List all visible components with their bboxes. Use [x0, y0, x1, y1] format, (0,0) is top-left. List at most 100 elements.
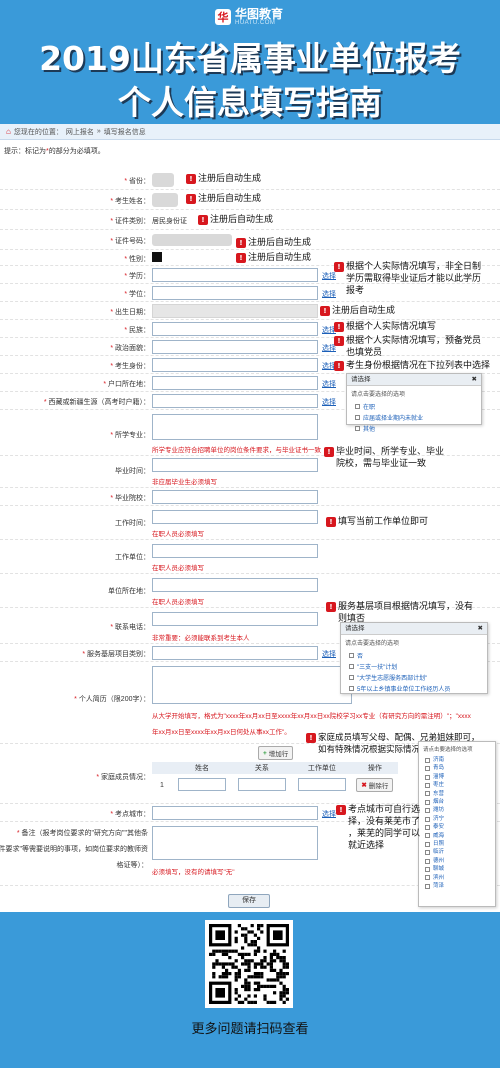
- hint-resume-l2: 年xx月xx日至xxxx年xx月xx日何处从事xx工作"。: [152, 729, 291, 736]
- family-table: 姓名 关系 工作单位 操作 1 ✖ 删除行: [152, 762, 398, 796]
- popup-option[interactable]: 在职: [347, 401, 481, 412]
- family-work-input[interactable]: [297, 777, 346, 791]
- city-option[interactable]: 济南: [419, 756, 495, 764]
- popup-option[interactable]: 5年以上乡镇事业单位工作经历人员: [341, 683, 487, 694]
- hint-marker-icon: !: [324, 446, 334, 457]
- city-option[interactable]: 济宁: [419, 815, 495, 823]
- checkbox-icon: [425, 799, 430, 805]
- label-family: * 家庭成员情况：: [96, 774, 150, 781]
- grassroots-input[interactable]: [152, 646, 318, 660]
- checkbox-icon: [425, 757, 430, 763]
- city-option[interactable]: 潍坊: [419, 806, 495, 814]
- row-index: 1: [160, 781, 164, 789]
- phone-input[interactable]: [152, 612, 318, 626]
- city-option[interactable]: 临沂: [419, 848, 495, 856]
- breadcrumb-item-signup[interactable]: 网上报名: [66, 127, 94, 137]
- city-option[interactable]: 烟台: [419, 798, 495, 806]
- popup-option[interactable]: "大学生志愿服务西部计划": [341, 672, 487, 683]
- row-employer: 工作单位： 在职人员必须填写: [0, 540, 500, 574]
- hukou-select-link[interactable]: 选择: [322, 379, 336, 389]
- employer-input[interactable]: [152, 544, 318, 558]
- politics-input[interactable]: [152, 340, 318, 354]
- close-icon[interactable]: ✖: [472, 374, 477, 385]
- popup-option[interactable]: 应届或择业期内未就业: [347, 412, 481, 423]
- city-option[interactable]: 菏泽: [419, 882, 495, 890]
- row-school: * 毕业院校：: [0, 488, 500, 506]
- checkbox-icon: [425, 866, 430, 872]
- annotation-auto2: ! 注册后自动生成: [186, 193, 261, 205]
- city-option[interactable]: 青岛: [419, 764, 495, 772]
- note-text: 提示：标记为: [4, 148, 46, 155]
- label-resume: * 个人简历（限200字）：: [74, 696, 150, 703]
- city-option[interactable]: 枣庄: [419, 781, 495, 789]
- label-politics: * 政治面貌：: [110, 345, 150, 352]
- employerloc-input[interactable]: [152, 578, 318, 592]
- col-relation: 关系: [231, 762, 292, 774]
- hint-marker-icon: !: [306, 732, 316, 743]
- qr-code[interactable]: [205, 920, 293, 1008]
- checkbox-icon: [425, 833, 430, 839]
- edu-input[interactable]: [152, 268, 318, 282]
- breadcrumb-item-fill: 填写报名信息: [103, 128, 146, 136]
- delete-row-button[interactable]: ✖ 删除行: [356, 778, 394, 792]
- city-option[interactable]: 东营: [419, 790, 495, 798]
- city-option[interactable]: 日照: [419, 840, 495, 848]
- label-remark-l2: 件要求"等需要说明的事项，如岗位要求的教师资: [0, 846, 148, 853]
- city-option[interactable]: 威海: [419, 832, 495, 840]
- grassroots-select-link[interactable]: 选择: [322, 649, 336, 659]
- school-input[interactable]: [152, 490, 318, 504]
- resume-textarea[interactable]: [152, 666, 352, 704]
- checkbox-icon: [425, 766, 430, 772]
- popup-option[interactable]: 否: [341, 650, 487, 661]
- hint-gradtime: 非应届毕业生必须填写: [152, 479, 217, 486]
- label-idtype: * 证件类别：: [110, 218, 150, 225]
- family-relation-input[interactable]: [237, 777, 286, 791]
- examcity-select-link[interactable]: 选择: [322, 809, 336, 819]
- checkbox-icon: [425, 858, 430, 864]
- annotation-birth: ! 注册后自动生成: [320, 305, 395, 317]
- hukou-input[interactable]: [152, 376, 318, 390]
- checkbox-icon: [425, 782, 430, 788]
- major-input[interactable]: [152, 414, 318, 440]
- close-icon[interactable]: ✖: [478, 623, 483, 634]
- qr-caption: 更多问题请扫码查看: [191, 1021, 309, 1036]
- annotation-grad: ! 毕业时间、所学专业、毕业 院校，需与毕业证一致: [324, 446, 444, 470]
- city-option[interactable]: 泰安: [419, 823, 495, 831]
- add-row-button[interactable]: + 增加行: [258, 746, 294, 760]
- annotation-ethnic: ! 根据个人实际情况填写: [334, 321, 436, 333]
- logo-text: 华图教育: [235, 7, 284, 21]
- identity-input[interactable]: [152, 358, 318, 372]
- registration-form-panel: ⌂ 您现在的位置： 网上报名 » 填写报名信息 提示：标记为*的部分为必填项。 …: [0, 124, 500, 912]
- ethnic-input[interactable]: [152, 322, 318, 336]
- label-hukou: * 户口所在地：: [103, 381, 150, 388]
- city-option[interactable]: 淄博: [419, 773, 495, 781]
- huatu-logo-icon: 华: [215, 9, 231, 25]
- label-worktime: 工作时间：: [115, 520, 150, 527]
- birth-input: [152, 304, 318, 318]
- col-index: [152, 762, 172, 774]
- hint-phone: 非常重要：必须能联系到考生本人: [152, 635, 250, 642]
- examcity-input[interactable]: [152, 806, 318, 820]
- city-option[interactable]: 聊城: [419, 865, 495, 873]
- label-gender: * 性别：: [124, 256, 150, 263]
- checkbox-icon: [425, 883, 430, 889]
- city-option[interactable]: 德州: [419, 857, 495, 865]
- popup-title: 请选择: [345, 625, 365, 632]
- popup-option[interactable]: 其他: [347, 423, 481, 434]
- label-remark-l3: 格证等）：: [116, 862, 149, 869]
- hint-marker-icon: !: [334, 321, 344, 332]
- family-name-input[interactable]: [177, 777, 226, 791]
- grassroots-popup: 请选择 ✖ 请点击要选择的选项 否 "三支一扶"计划 "大学生志愿服务西部计划" …: [340, 622, 488, 694]
- degree-input[interactable]: [152, 286, 318, 300]
- city-option[interactable]: 滨州: [419, 874, 495, 882]
- headline-line1: 2019山东省属事业单位报考: [39, 39, 461, 78]
- blurred-value: [152, 234, 232, 246]
- popup-option[interactable]: "三支一扶"计划: [341, 661, 487, 672]
- save-button[interactable]: 保存: [228, 894, 270, 908]
- gradtime-input[interactable]: [152, 458, 318, 472]
- origin-input[interactable]: [152, 394, 318, 408]
- remark-textarea[interactable]: [152, 826, 318, 860]
- origin-select-link[interactable]: 选择: [322, 397, 336, 407]
- worktime-input[interactable]: [152, 510, 318, 524]
- row-birth: * 出生日期： ! 注册后自动生成: [0, 302, 500, 320]
